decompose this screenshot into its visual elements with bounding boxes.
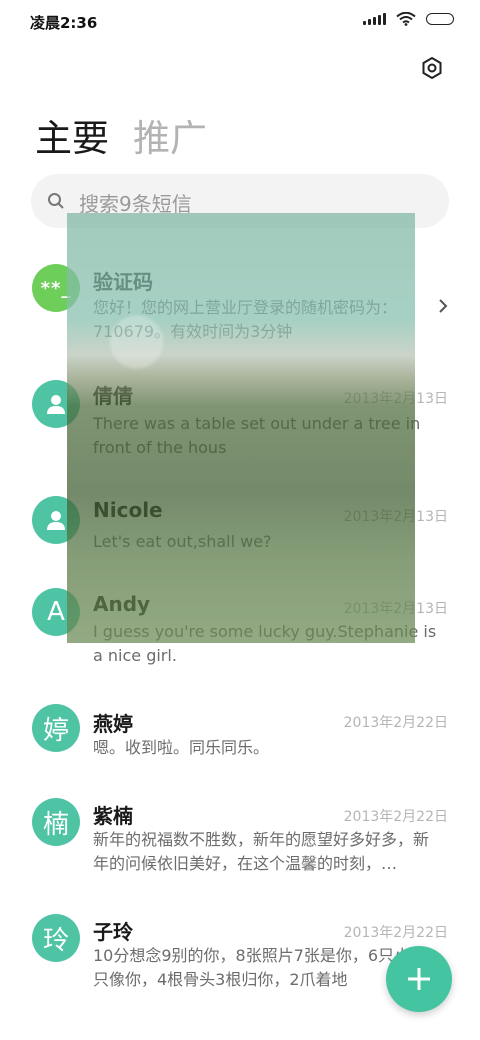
wifi-icon	[396, 12, 416, 26]
conversation-item[interactable]: 楠 紫楠 2013年2月22日 新年的祝福数不胜数，新年的愿望好多好多，新年的问…	[0, 796, 480, 896]
conversation-preview: There was a table set out under a tree i…	[93, 414, 421, 457]
conversation-preview: Let's eat out,shall we?	[93, 532, 272, 551]
conversation-date: 2013年2月22日	[343, 809, 448, 825]
conversation-name: 验证码	[93, 270, 153, 294]
conversation-name: 紫楠	[93, 804, 133, 828]
conversation-name: Nicole	[93, 498, 163, 522]
conversation-preview: I guess you're some lucky guy.Stephanie …	[93, 622, 437, 665]
avatar	[32, 496, 80, 544]
conversation-name: Andy	[93, 592, 151, 616]
conversation-preview: 您好！您的网上营业厅登录的随机密码为：710679。有效时间为3分钟	[93, 298, 398, 341]
conversation-date: 2013年2月22日	[343, 925, 448, 941]
conversation-name: 倩倩	[93, 384, 133, 408]
tab-main[interactable]: 主要	[35, 108, 109, 162]
settings-icon[interactable]	[420, 56, 444, 80]
avatar: 婷	[32, 704, 80, 752]
status-time: 凌晨2:36	[30, 14, 98, 32]
conversation-preview: 嗯。收到啦。同乐同乐。	[93, 738, 270, 757]
search-input[interactable]: 搜索9条短信	[31, 174, 449, 228]
search-placeholder: 搜索9条短信	[79, 192, 192, 216]
new-message-button[interactable]	[386, 946, 452, 1012]
person-icon	[47, 511, 65, 530]
conversation-item[interactable]: Nicole 2013年2月13日 Let's eat out,shall we…	[0, 494, 480, 564]
status-bar: 凌晨2:36	[0, 0, 480, 44]
conversation-date: 2013年2月22日	[343, 715, 448, 731]
battery-icon	[426, 13, 454, 25]
search-icon	[48, 193, 64, 209]
avatar: A	[32, 588, 80, 636]
conversation-name: 燕婷	[93, 712, 133, 736]
status-icons	[363, 12, 454, 26]
avatar	[32, 380, 80, 428]
person-icon	[47, 395, 65, 414]
conversation-date: 2013年2月13日	[343, 601, 448, 617]
signal-icon	[363, 13, 386, 25]
plus-icon	[408, 968, 430, 990]
tab-bar: 主要 推广	[35, 108, 207, 162]
conversation-item[interactable]: 倩倩 2013年2月13日 There was a table set out …	[0, 376, 480, 476]
conversation-name: 子玲	[93, 920, 133, 944]
chevron-right-icon[interactable]	[438, 298, 448, 314]
conversation-item[interactable]: **_ 验证码 您好！您的网上营业厅登录的随机密码为：710679。有效时间为3…	[0, 258, 480, 358]
conversation-item[interactable]: 婷 燕婷 2013年2月22日 嗯。收到啦。同乐同乐。	[0, 704, 480, 784]
conversation-date: 2013年2月13日	[343, 391, 448, 407]
conversation-item[interactable]: A Andy 2013年2月13日 I guess you're some lu…	[0, 588, 480, 688]
avatar: **_	[32, 264, 80, 312]
conversation-preview: 新年的祝福数不胜数，新年的愿望好多好多，新年的问候依旧美好，在这个温馨的时刻，…	[93, 830, 430, 873]
avatar: 楠	[32, 798, 80, 846]
conversation-date: 2013年2月13日	[343, 509, 448, 525]
avatar: 玲	[32, 914, 80, 962]
tab-promotion[interactable]: 推广	[133, 108, 207, 162]
